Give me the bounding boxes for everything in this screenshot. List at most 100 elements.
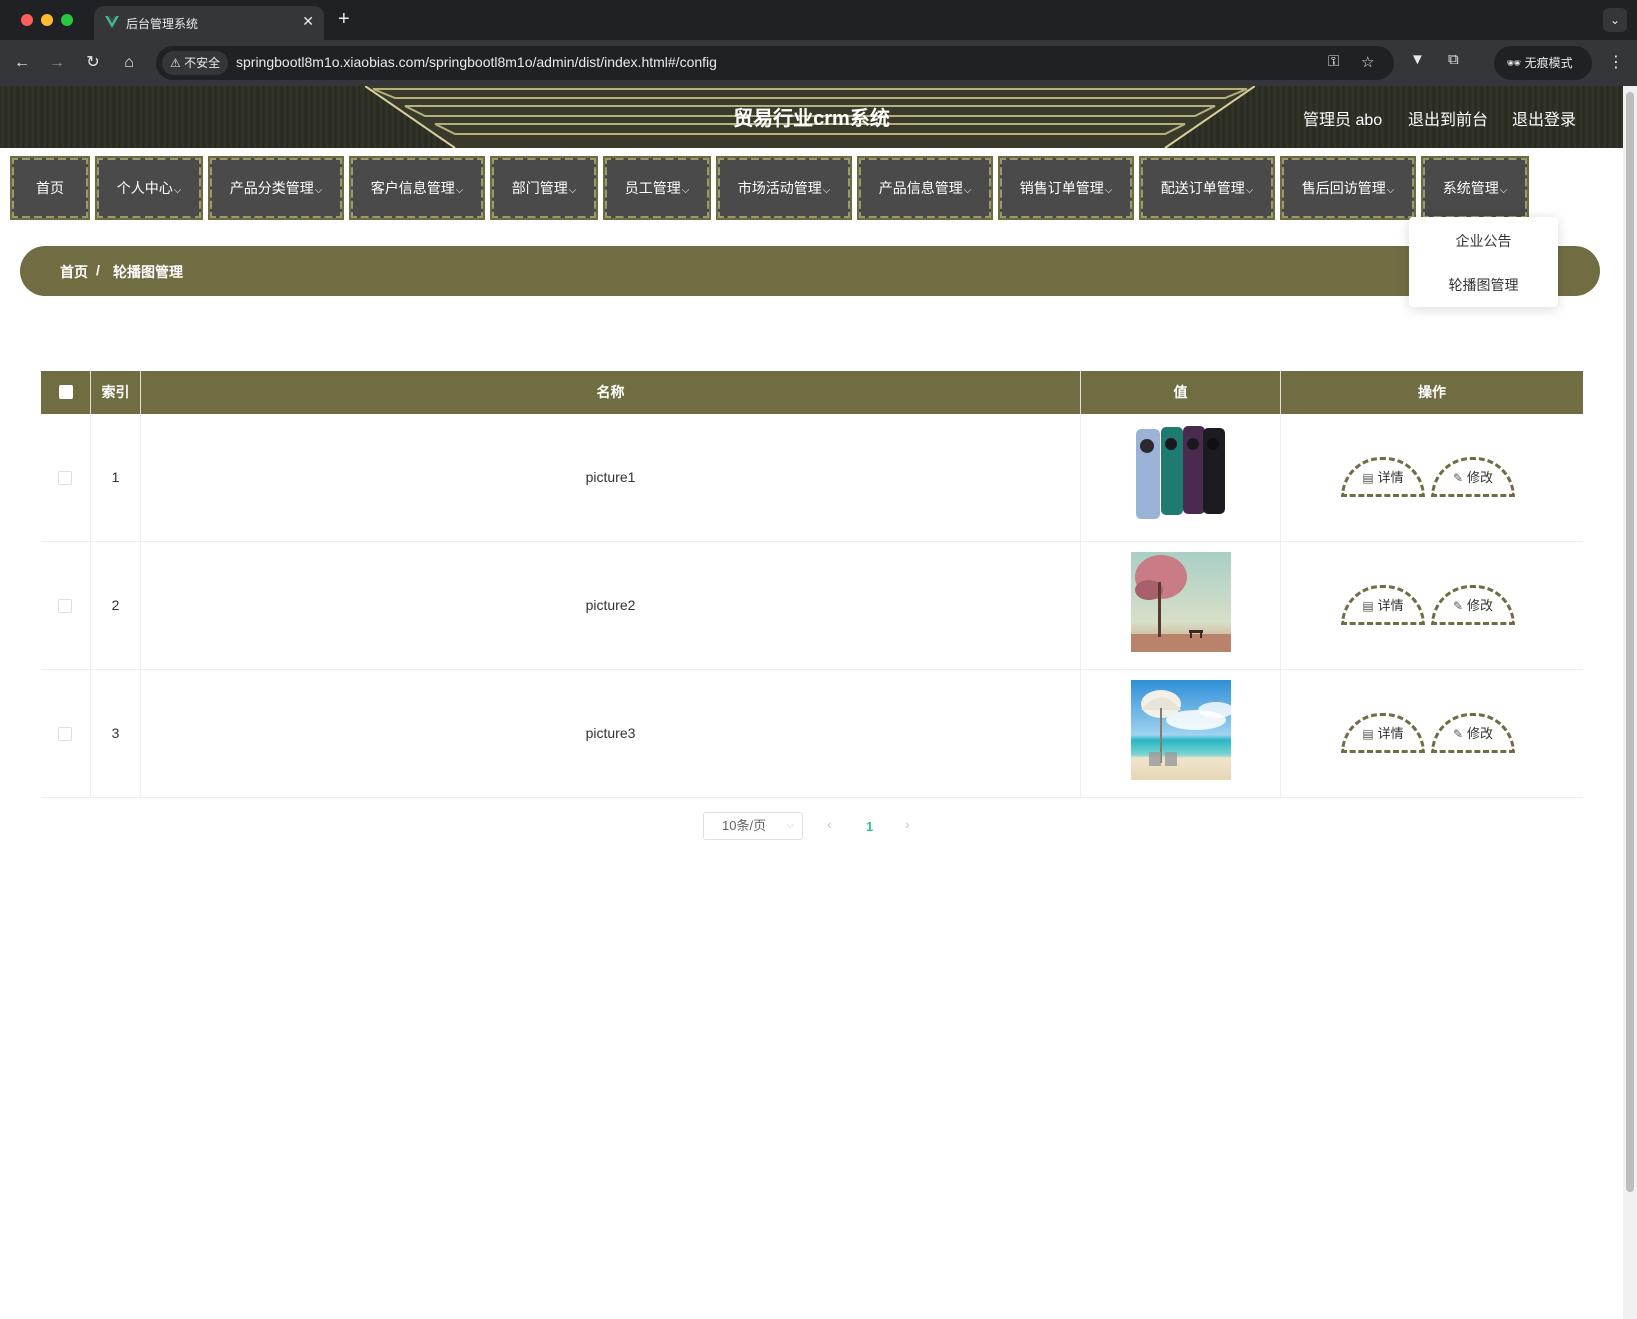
row-checkbox[interactable] [58, 599, 72, 613]
document-icon: ▤ [1362, 471, 1374, 485]
page: 贸易行业crm系统 管理员 abo 退出到前台 退出登录 首页 个人中心⌵ 产品… [0, 86, 1623, 1319]
page-scrollbar[interactable] [1623, 86, 1637, 1319]
chevron-down-icon: ⌵ [681, 185, 690, 196]
detail-button[interactable]: ▤ 详情 [1341, 585, 1425, 625]
url-text[interactable]: springbootl8m1o.xiaobias.com/springbootl… [236, 54, 717, 70]
chevron-down-icon: ⌵ [455, 185, 464, 196]
vue-logo-icon [105, 16, 119, 28]
chevron-down-icon: ⌵ [1245, 185, 1254, 196]
row-checkbox[interactable] [58, 727, 72, 741]
column-header-value: 值 [1081, 371, 1281, 414]
password-key-icon[interactable]: ⚿ [1328, 53, 1339, 70]
logout-link[interactable]: 退出登录 [1512, 106, 1576, 130]
value-cell [1081, 670, 1281, 797]
menu-label: 市场活动管理 [737, 180, 822, 196]
menu-item-delivery-order[interactable]: 配送订单管理⌵ [1139, 156, 1275, 220]
menu-label: 销售订单管理 [1019, 180, 1104, 196]
extensions-puzzle-icon[interactable]: ⧉ [1448, 51, 1459, 68]
name-cell: picture1 [141, 414, 1081, 541]
browser-menu-icon[interactable]: ⋮ [1608, 52, 1624, 72]
forward-icon[interactable]: → [45, 51, 69, 75]
phones-image [1131, 424, 1231, 524]
row-name: picture2 [585, 597, 636, 613]
incognito-badge[interactable]: 🕶 无痕模式 [1494, 46, 1592, 80]
beach-umbrella-image [1131, 680, 1231, 780]
browser-tab[interactable]: 后台管理系统 ✕ [94, 6, 324, 40]
row-index: 2 [111, 597, 120, 613]
browser-toolbar: ← → ↻ ⌂ ⚠ 不安全 springbootl8m1o.xiaobias.c… [0, 40, 1637, 86]
new-tab-button[interactable]: + [338, 8, 350, 31]
breadcrumb-home[interactable]: 首页 [60, 262, 88, 282]
maximize-window-button[interactable] [61, 14, 73, 26]
breadcrumb: 首页 / 轮播图管理 [20, 246, 1600, 296]
breadcrumb-current: 轮播图管理 [113, 264, 183, 280]
menu-label: 配送订单管理 [1160, 180, 1245, 196]
bookmark-star-icon[interactable]: ☆ [1361, 53, 1374, 71]
tab-title: 后台管理系统 [126, 17, 199, 31]
row-checkbox[interactable] [58, 471, 72, 485]
menu-item-system[interactable]: 系统管理⌵ [1421, 156, 1529, 220]
home-icon[interactable]: ⌂ [117, 51, 141, 75]
close-window-button[interactable] [21, 14, 33, 26]
minimize-window-button[interactable] [41, 14, 53, 26]
table-row: 1 picture1 ▤ 详情 ✎ 修改 [41, 414, 1583, 542]
scrollbar-thumb[interactable] [1626, 92, 1634, 1192]
menu-item-department[interactable]: 部门管理⌵ [490, 156, 598, 220]
address-bar[interactable]: ⚠ 不安全 springbootl8m1o.xiaobias.com/sprin… [156, 46, 1394, 80]
menu-item-product-category[interactable]: 产品分类管理⌵ [208, 156, 344, 220]
tab-close-icon[interactable]: ✕ [302, 13, 314, 30]
edit-button[interactable]: ✎ 修改 [1431, 585, 1515, 625]
page-size-select[interactable]: 10条/页 ⌵ [703, 812, 803, 840]
chevron-down-icon: ⌵ [568, 185, 577, 196]
main-menu: 首页 个人中心⌵ 产品分类管理⌵ 客户信息管理⌵ 部门管理⌵ 员工管理⌵ 市场活… [0, 156, 1623, 222]
pencil-icon: ✎ [1452, 471, 1464, 485]
extension-v-icon[interactable]: ▼ [1410, 51, 1425, 68]
chevron-down-icon: ⌵ [786, 820, 794, 831]
menu-item-sales-order[interactable]: 销售订单管理⌵ [998, 156, 1134, 220]
tab-search-button[interactable]: ⌄ [1603, 8, 1627, 32]
row-index: 3 [111, 725, 120, 741]
actions-cell: ▤ 详情 ✎ 修改 [1281, 414, 1583, 541]
row-name: picture3 [585, 725, 636, 741]
system-menu-dropdown: 企业公告 轮播图管理 [1409, 217, 1558, 307]
column-header-actions: 操作 [1418, 384, 1446, 400]
next-page-icon[interactable]: › [905, 816, 910, 832]
page-number-current[interactable]: 1 [866, 819, 873, 834]
site-header: 贸易行业crm系统 管理员 abo 退出到前台 退出登录 [0, 86, 1623, 148]
column-header-index: 索引 [91, 371, 141, 414]
reload-icon[interactable]: ↻ [81, 51, 105, 75]
index-cell: 1 [91, 414, 141, 541]
detail-button[interactable]: ▤ 详情 [1341, 457, 1425, 497]
value-cell [1081, 542, 1281, 669]
menu-item-customer-info[interactable]: 客户信息管理⌵ [349, 156, 485, 220]
table-header: 索引 名称 值 操作 [41, 371, 1583, 414]
edit-button[interactable]: ✎ 修改 [1431, 713, 1515, 753]
chevron-down-icon: ⌵ [314, 185, 323, 196]
select-all-checkbox[interactable] [59, 385, 73, 399]
row-select-cell [41, 414, 91, 541]
menu-item-home[interactable]: 首页 [10, 156, 90, 220]
edit-button[interactable]: ✎ 修改 [1431, 457, 1515, 497]
dropdown-item-announcement[interactable]: 企业公告 [1409, 231, 1558, 251]
tab-strip: 后台管理系统 ✕ + ⌄ [0, 0, 1637, 40]
menu-item-personal-center[interactable]: 个人中心⌵ [95, 156, 203, 220]
menu-label: 售后回访管理 [1301, 180, 1386, 196]
menu-item-after-sales[interactable]: 售后回访管理⌵ [1280, 156, 1416, 220]
edit-label: 修改 [1467, 598, 1494, 613]
name-cell: picture2 [141, 542, 1081, 669]
menu-item-marketing[interactable]: 市场活动管理⌵ [716, 156, 852, 220]
dropdown-item-carousel[interactable]: 轮播图管理 [1409, 275, 1558, 295]
browser-chrome: 后台管理系统 ✕ + ⌄ ← → ↻ ⌂ ⚠ 不安全 springbootl8m… [0, 0, 1637, 86]
back-to-front-link[interactable]: 退出到前台 [1408, 106, 1488, 130]
row-select-cell [41, 670, 91, 797]
security-indicator[interactable]: ⚠ 不安全 [162, 51, 229, 75]
menu-label: 首页 [36, 180, 64, 196]
menu-item-employee[interactable]: 员工管理⌵ [603, 156, 711, 220]
back-icon[interactable]: ← [10, 51, 34, 75]
prev-page-icon[interactable]: ‹ [827, 816, 832, 832]
menu-item-product-info[interactable]: 产品信息管理⌵ [857, 156, 993, 220]
detail-button[interactable]: ▤ 详情 [1341, 713, 1425, 753]
security-label: 不安全 [184, 56, 221, 70]
value-cell [1081, 414, 1281, 541]
document-icon: ▤ [1362, 599, 1374, 613]
